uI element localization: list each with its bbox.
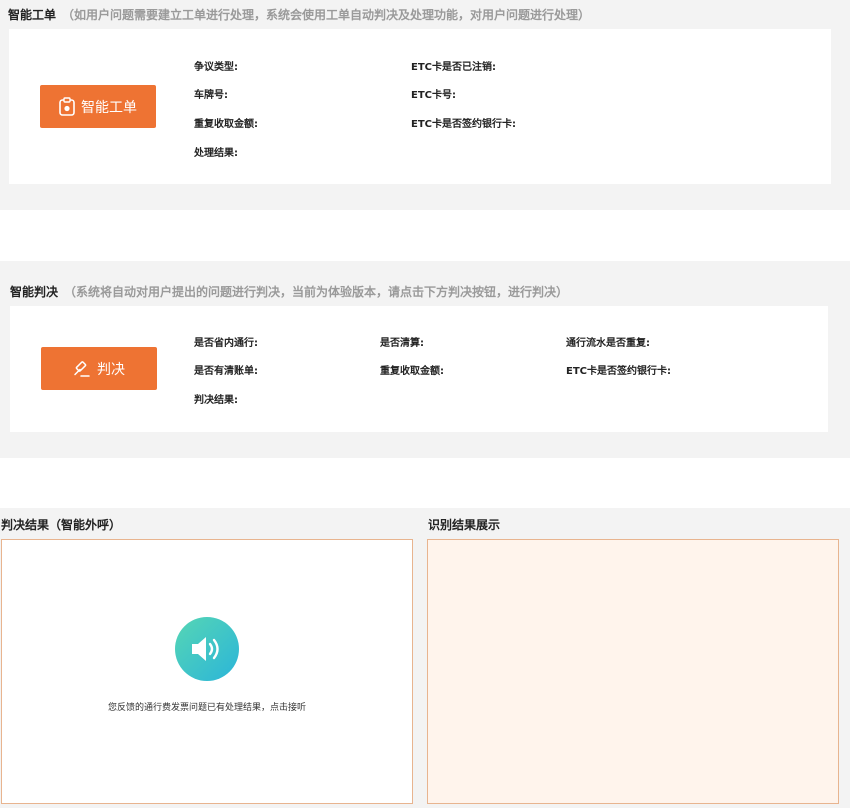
outcall-title: 判决结果（智能外呼）	[1, 518, 122, 532]
ticket-title: 智能工单	[8, 8, 57, 22]
judgement-title: 智能判决	[10, 285, 59, 299]
speaker-icon[interactable]	[175, 617, 239, 681]
field-flow-duplicate: 通行流水是否重复:	[566, 338, 650, 349]
page: 智能工单 （如用户问题需要建立工单进行处理，系统会使用工单自动判决及处理功能，对用…	[0, 0, 850, 808]
clipboard-icon	[59, 97, 75, 116]
field-etc-cancelled: ETC卡是否已注销:	[411, 62, 496, 73]
judgement-card: 判决 是否省内通行: 是否清算: 通行流水是否重复: 是否有清账单: 重复收取金…	[10, 306, 828, 432]
field-is-cleared: 是否清算:	[380, 338, 424, 349]
ticket-card: 智能工单 争议类型: ETC卡是否已注销: 车牌号: ETC卡号: 重复收取金额…	[9, 29, 831, 184]
field-has-statement: 是否有清账单:	[194, 366, 258, 377]
field-duplicate-amount: 重复收取金额:	[194, 119, 258, 130]
gavel-icon	[73, 360, 91, 378]
field-etc-card-no: ETC卡号:	[411, 90, 456, 101]
recognition-panel	[427, 539, 839, 804]
recognition-title: 识别结果展示	[428, 518, 501, 532]
smart-ticket-button-label: 智能工单	[81, 99, 137, 116]
field-ticket-result: 处理结果:	[194, 148, 238, 159]
field-plate-no: 车牌号:	[194, 90, 228, 101]
field-etc-bank-signed: ETC卡是否签约银行卡:	[411, 119, 516, 130]
judgement-section-title: 智能判决 （系统将自动对用户提出的问题进行判决，当前为体验版本，请点击下方判决按钮…	[10, 283, 568, 300]
judgement-button-label: 判决	[97, 361, 125, 378]
field-dispute-type: 争议类型:	[194, 62, 238, 73]
judgement-button[interactable]: 判决	[41, 347, 157, 390]
field-in-province: 是否省内通行:	[194, 338, 258, 349]
outcall-notice[interactable]: 您反馈的通行费发票问题已有处理结果，点击接听	[2, 700, 412, 713]
field-judgement-result: 判决结果:	[194, 395, 238, 406]
ticket-hint: （如用户问题需要建立工单进行处理，系统会使用工单自动判决及处理功能，对用户问题进…	[62, 8, 591, 22]
judgement-hint: （系统将自动对用户提出的问题进行判决，当前为体验版本，请点击下方判决按钮，进行判…	[64, 285, 569, 299]
outcall-panel: 您反馈的通行费发票问题已有处理结果，点击接听	[1, 539, 413, 804]
field-judgement-duplicate-amount: 重复收取金额:	[380, 366, 444, 377]
ticket-section-title: 智能工单 （如用户问题需要建立工单进行处理，系统会使用工单自动判决及处理功能，对用…	[8, 6, 590, 23]
smart-ticket-button[interactable]: 智能工单	[40, 85, 156, 128]
field-judgement-etc-bank-signed: ETC卡是否签约银行卡:	[566, 366, 671, 377]
